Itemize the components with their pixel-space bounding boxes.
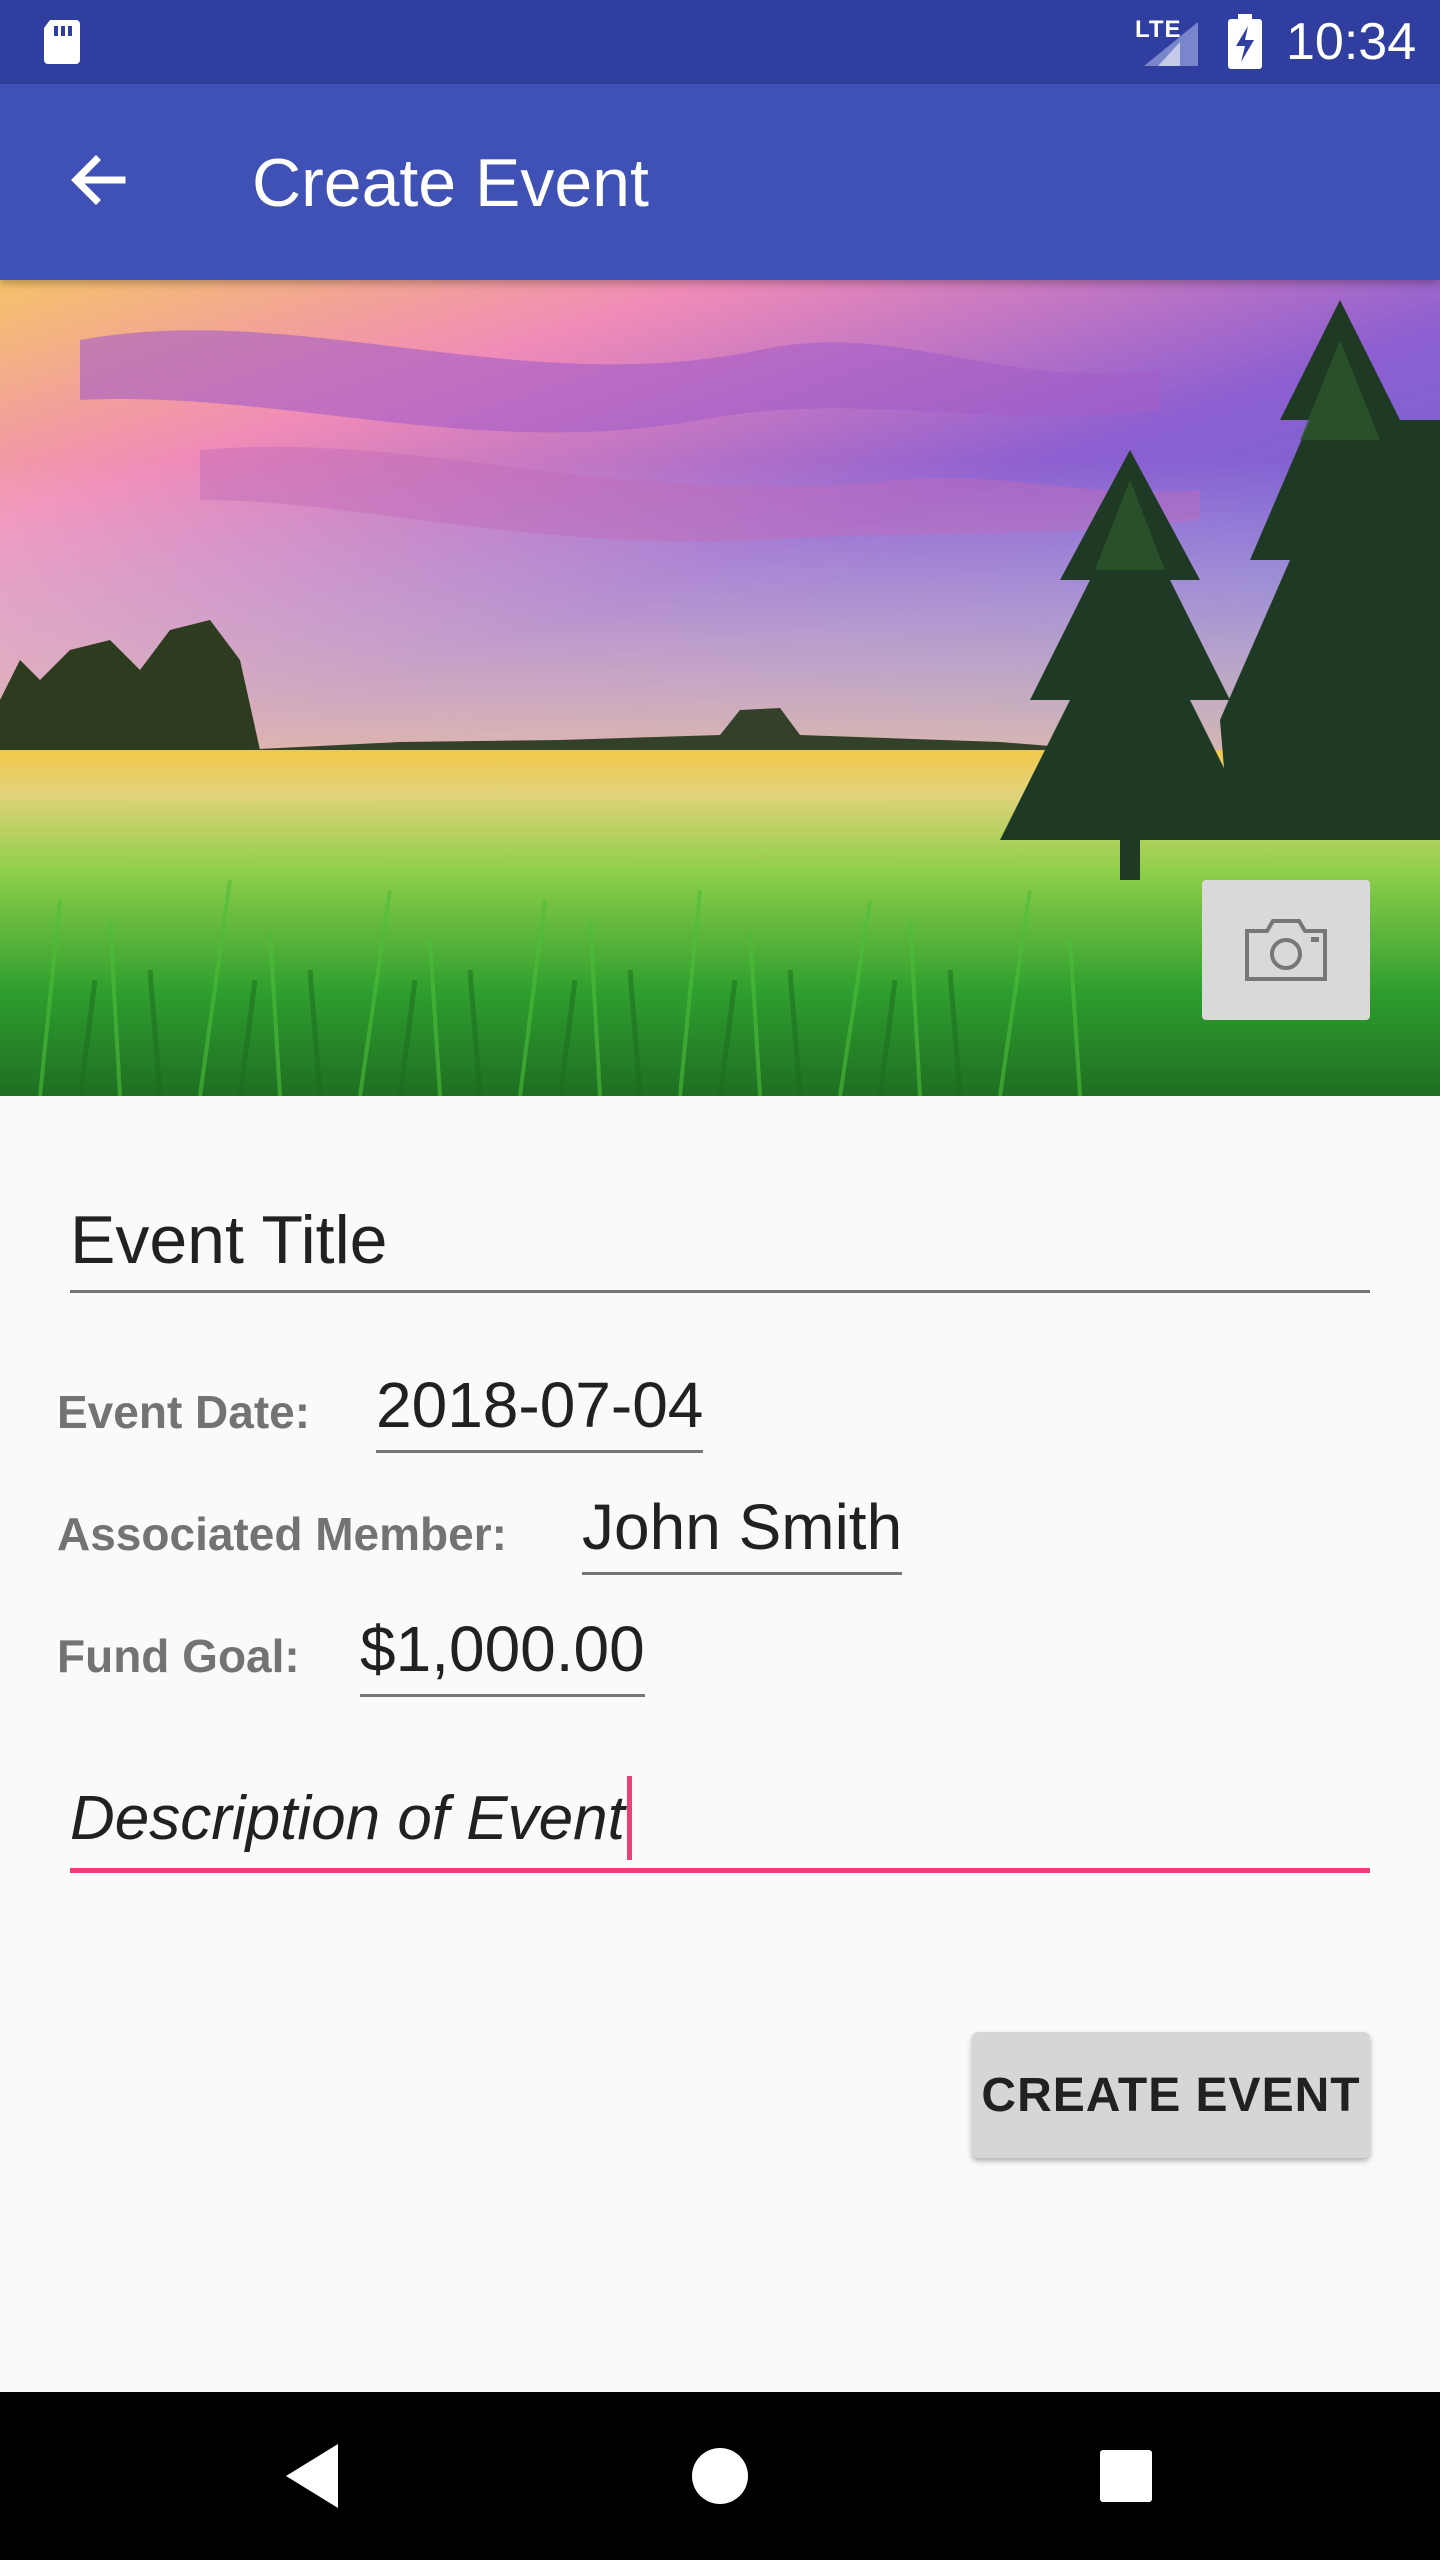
associated-member-label: Associated Member: <box>57 1508 507 1560</box>
home-circle-icon[interactable] <box>680 2436 760 2516</box>
page-title: Create Event <box>252 145 649 221</box>
event-title-input[interactable] <box>70 1190 1370 1293</box>
event-date-label: Event Date: <box>57 1386 311 1438</box>
app-bar: Create Event <box>0 84 1440 280</box>
create-event-button[interactable]: CREATE EVENT <box>972 2032 1370 2158</box>
arrow-back-icon <box>71 155 126 205</box>
description-input[interactable]: Description of Event <box>70 1768 1370 1873</box>
change-photo-button[interactable] <box>1202 880 1370 1020</box>
back-triangle-icon[interactable] <box>274 2436 354 2516</box>
clock: 10:34 <box>1286 13 1417 71</box>
signal-icon <box>1144 22 1198 66</box>
event-date-field[interactable]: 2018-07-04 <box>376 1368 704 1453</box>
fund-goal-field[interactable]: $1,000.00 <box>360 1612 645 1697</box>
camera-icon <box>1245 919 1327 981</box>
sd-card-icon <box>44 20 80 64</box>
back-button[interactable] <box>50 134 146 230</box>
description-text: Description of Event <box>70 1783 625 1853</box>
system-navigation-bar <box>0 2392 1440 2560</box>
battery-charging-icon <box>1228 14 1262 69</box>
text-cursor <box>626 1776 632 1860</box>
status-bar: LTE 10:34 <box>0 0 1440 84</box>
fund-goal-label: Fund Goal: <box>57 1630 300 1682</box>
recents-square-icon[interactable] <box>1086 2436 1166 2516</box>
associated-member-field[interactable]: John Smith <box>582 1490 903 1575</box>
